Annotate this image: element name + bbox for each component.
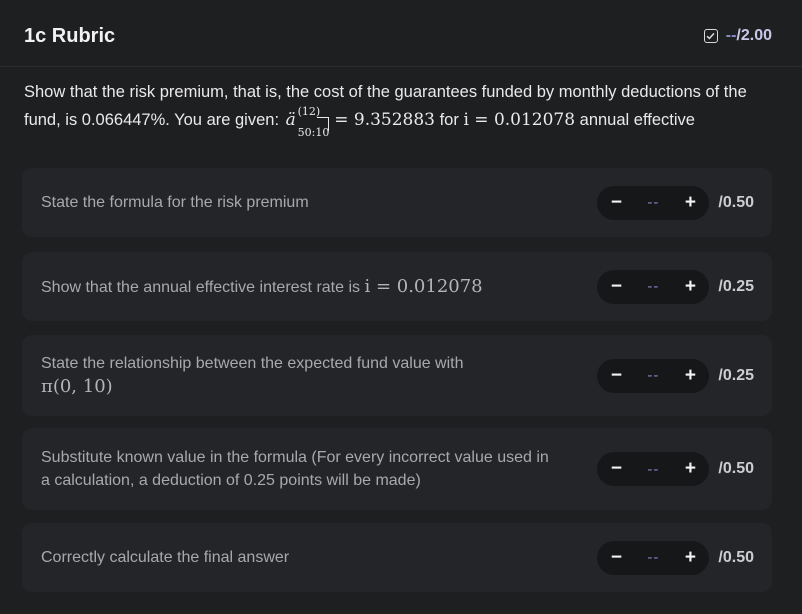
max-points: /0.25 — [718, 366, 754, 384]
criterion-label: State the formula for the risk premium — [41, 194, 309, 211]
max-points: /0.50 — [718, 548, 754, 566]
score-value: -- — [647, 278, 660, 295]
increment-button[interactable]: + — [684, 458, 696, 480]
score-stepper[interactable]: − -- + — [597, 452, 710, 486]
criterion-label: Substitute known value in the formula (F… — [41, 449, 549, 489]
rubric-title: 1c Rubric — [24, 24, 116, 47]
criterion-card: Show that the annual effective interest … — [22, 252, 772, 321]
increment-button[interactable]: + — [684, 276, 696, 298]
question-text: Show that the risk premium, that is, the… — [24, 78, 774, 139]
criterion-card: State the relationship between the expec… — [22, 335, 772, 416]
max-points: /0.50 — [718, 193, 754, 211]
criterion-label: State the relationship between the expec… — [41, 355, 464, 397]
increment-button[interactable]: + — [684, 192, 696, 214]
criterion-card: State the formula for the risk premium −… — [22, 168, 772, 237]
score-stepper[interactable]: − -- + — [597, 540, 710, 575]
total-score: --/2.00 — [703, 27, 772, 45]
increment-button[interactable]: + — [684, 547, 696, 569]
total-score-value: -- — [725, 27, 737, 44]
score-value: -- — [647, 549, 660, 566]
score-value: -- — [647, 194, 660, 211]
increment-button[interactable]: + — [684, 365, 696, 387]
header-divider — [0, 66, 802, 67]
score-value: -- — [647, 460, 660, 478]
decrement-button[interactable]: − — [610, 192, 622, 214]
rubric-header: 1c Rubric --/2.00 — [24, 22, 772, 50]
question-text-part2: for — [439, 111, 459, 129]
decrement-button[interactable]: − — [610, 458, 622, 480]
criterion-card: Substitute known value in the formula (F… — [22, 428, 772, 510]
annuity-value: = 9.352883 — [334, 110, 435, 130]
criterion-label: Correctly calculate the final answer — [41, 549, 290, 566]
criterion-label: Show that the annual effective interest … — [41, 275, 483, 297]
decrement-button[interactable]: − — [610, 365, 622, 387]
total-score-max: /2.00 — [736, 27, 772, 44]
annuity-symbol: ä (12) 50:10 — [285, 105, 330, 139]
score-value: -- — [647, 367, 660, 384]
score-stepper[interactable]: − -- + — [597, 185, 710, 220]
total-score-text: --/2.00 — [726, 27, 772, 45]
decrement-button[interactable]: − — [610, 276, 622, 298]
criterion-card: Correctly calculate the final answer − -… — [22, 523, 772, 592]
checkbox-icon[interactable] — [703, 29, 718, 43]
rate-expression: i = 0.012078 — [463, 110, 576, 130]
decrement-button[interactable]: − — [610, 547, 622, 569]
max-points: /0.50 — [718, 460, 754, 477]
max-points: /0.25 — [718, 277, 754, 295]
score-stepper[interactable]: − -- + — [597, 358, 710, 393]
rubric-panel: 1c Rubric --/2.00 Show that the risk pre… — [0, 0, 802, 614]
score-stepper[interactable]: − -- + — [597, 269, 710, 304]
question-text-part3: annual effective — [579, 111, 695, 129]
